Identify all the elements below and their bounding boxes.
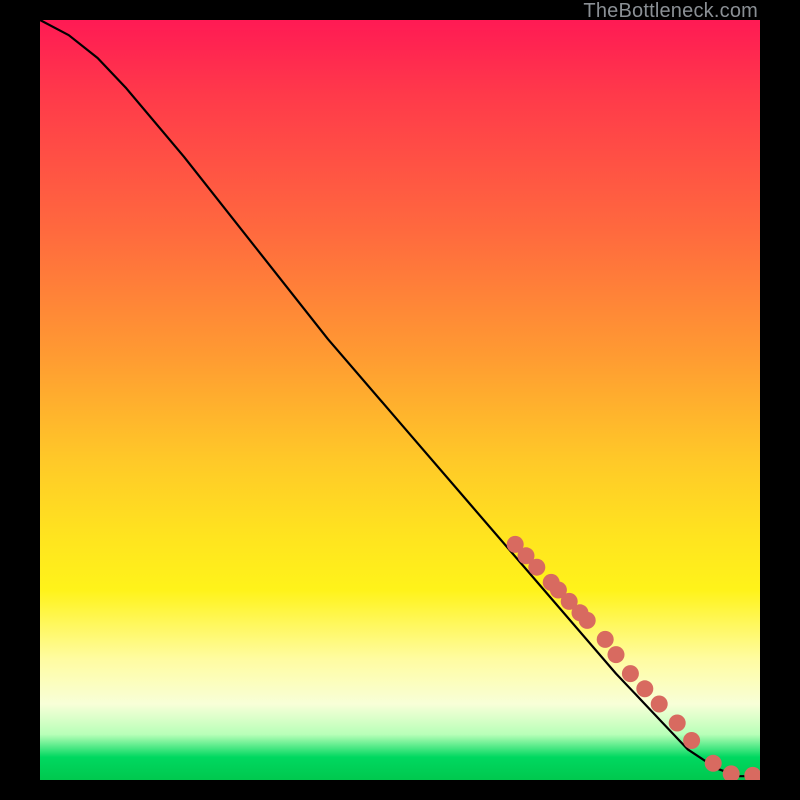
highlight-marker	[597, 631, 614, 648]
highlight-marker	[683, 732, 700, 749]
chart-overlay	[40, 20, 760, 780]
highlight-marker	[705, 755, 722, 772]
chart-frame: TheBottleneck.com	[0, 0, 800, 800]
highlight-marker	[651, 696, 668, 713]
highlight-marker	[744, 767, 760, 780]
curve-path	[40, 20, 760, 776]
chart-plot-area	[40, 20, 760, 780]
highlight-marker	[608, 646, 625, 663]
highlight-marker	[723, 765, 740, 780]
highlight-marker	[528, 559, 545, 576]
highlight-marker	[669, 715, 686, 732]
highlight-marker	[622, 665, 639, 682]
highlight-marker	[579, 612, 596, 629]
highlight-marker	[636, 680, 653, 697]
